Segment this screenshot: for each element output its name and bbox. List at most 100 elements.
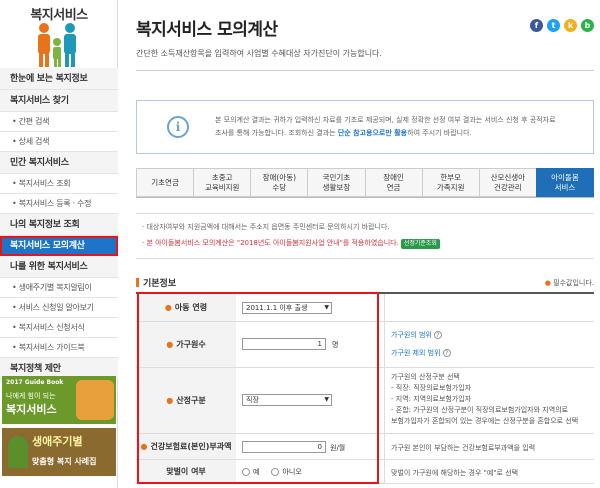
row-health-premium: ● 건강보험료(본인)부과액 0 원/월 가구원 본인이 부담하는 건강보험료부과… [136,434,594,460]
banner-subtitle: 나에게 힘이 되는 [6,392,56,400]
desc-cell: 가구원의 범위? 가구원 제외 범위? [384,322,594,367]
health-premium-input[interactable]: 0 [242,441,326,453]
note-2: · 본 아이돌봄서비스 모의계산은 "2018년도 아이돌봄지원사업 안내"를 … [142,238,440,249]
sidebar-menu: 한눈에 보는 복지정보 복지서비스 찾기 • 간편 검색 • 상세 검색 민간 복지서비… [0,68,118,380]
row-dual-income: 맞벌이 여부 예 아니오 맞벌이 가구원에 해당하는 경우 "예"로 선택 [136,460,594,484]
banner-subtitle: 맞춤형 복지 사례집 [32,457,97,466]
tab-6[interactable]: 산모신생아 건강관리 [478,168,536,197]
label-child-age: ● 아동 연령 [136,294,236,321]
tab-1[interactable]: 초중고 교육비지원 [193,168,251,197]
required-icon: ● [164,303,172,312]
main-content: 복지서비스 모의계산 ftkb 간단한 소득재산항목을 입력하여 사업별 수혜대… [136,0,594,488]
label-calc-type: ● 산정구분 [136,368,236,433]
divider [136,70,594,71]
sidebar-item[interactable]: • 생애주기별 복지알림이 [0,278,118,298]
kakaostory-icon[interactable]: k [564,19,577,32]
section-bar-icon [136,278,139,287]
dual-no-label[interactable]: 아니오 [282,467,301,477]
value-cell: 2011.1.1 이후 출생 ▼ [236,294,382,321]
help-icon[interactable]: ? [442,349,451,357]
label-text: 가구원수 [176,340,206,349]
required-dot-icon: ● [544,279,554,287]
label-text: 건강보험료(본인)부과액 [150,442,232,451]
calc-desc-1: 가구원의 산정구분 선택 [391,373,460,381]
sidebar-item[interactable]: 나의 복지정보 조회 [0,214,118,236]
link-text: 가구원 제외 범위 [391,349,441,357]
family-icon [38,23,76,67]
guidebook-image [76,380,114,420]
criteria-lookup-button[interactable]: 선정기준조회 [400,239,440,249]
notes-box: · 대상자여부와 지원금액에 대해서는 주소지 읍면동 주민센터로 문의하시기 … [136,213,594,259]
calc-desc-4: - 혼합: 가구원의 산정구분이 직장의료보험가입자와 지역의료 [391,406,569,414]
required-icon: ● [140,442,148,451]
household-exclusion-link[interactable]: 가구원 제외 범위? [391,348,451,358]
banner-title: 복지서비스 [6,403,57,416]
premium-desc: 가구원 본인이 부담하는 건강보험료부과액을 입력 [391,444,536,452]
twitter-icon[interactable]: t [547,19,560,32]
tab-7[interactable]: 아이돌봄 서비스 [535,168,594,197]
sprout-icon [8,436,28,468]
help-icon[interactable]: ? [433,331,442,339]
value-cell: 예 아니오 [236,460,382,483]
sidebar-item[interactable]: • 복지서비스 신청서식 [0,318,118,338]
note-2-text: · 본 아이돌봄서비스 모의계산은 "2018년도 아이돌봄지원사업 안내"를 … [142,239,399,247]
required-note-text: 필수값입니다. [553,279,594,287]
child-age-select[interactable]: 2011.1.1 이후 출생 ▼ [242,302,332,314]
sidebar-item[interactable]: • 간편 검색 [0,112,118,132]
desc-cell: 가구원 본인이 부담하는 건강보험료부과액을 입력 [384,434,594,459]
sidebar-item[interactable]: 나를 위한 복지서비스 [0,256,118,278]
sidebar-item[interactable]: • 복지서비스 등록 · 수정 [0,194,118,214]
calc-type-select[interactable]: 직장 ▼ [242,394,332,406]
dual-desc: 맞벌이 가구원에 해당하는 경우 "예"로 선택 [391,469,519,477]
social-share-bar: ftkb [530,19,594,32]
notice-box: i 본 모의계산 결과는 귀하가 입력하신 자료를 기초로 제공되며, 실제 정… [136,100,594,154]
tab-3[interactable]: 국민기초 생활보장 [307,168,365,197]
sidebar-item[interactable]: • 복지서비스 조회 [0,174,118,194]
sidebar-item[interactable]: 한눈에 보는 복지정보 [0,68,118,90]
sidebar-item[interactable]: • 서비스 신청일 알아보기 [0,298,118,318]
label-text: 맞벌이 여부 [166,467,206,476]
sidebar-item[interactable]: 복지서비스 모의계산 [0,236,118,256]
notice-text-end: 하여 주시기 바랍니다. [407,129,472,137]
guidebook-banner[interactable]: 2017 Guide Book 나에게 힘이 되는 복지서비스 [2,376,116,424]
notice-text: 조사를 통해 가능합니다. 조회하신 결과는 [215,129,338,137]
sidebar-item[interactable]: 복지서비스 찾기 [0,90,118,112]
dual-yes-label[interactable]: 예 [253,467,259,477]
required-icon: ● [166,396,174,405]
sidebar-item[interactable]: 민간 복지서비스 [0,152,118,174]
child-age-value: 2011.1.1 이후 출생 [246,304,308,312]
page-subtitle: 간단한 소득재산항목을 입력하여 사업별 수혜대상 자가진단이 가능합니다. [136,49,382,58]
label-text: 산정구분 [176,396,206,405]
facebook-icon[interactable]: f [530,19,543,32]
tab-5[interactable]: 한부모 가족지원 [421,168,479,197]
label-dual-income: 맞벌이 여부 [136,460,236,483]
casebook-banner[interactable]: 생애주기별 맞춤형 복지 사례집 [2,428,116,476]
dual-yes-radio[interactable] [242,468,250,476]
calc-desc-2: - 직장: 직장의료보험가입자 [391,384,472,392]
unit-label: 명 [332,341,339,349]
unit-label: 원/월 [330,444,346,452]
sidebar: 복지서비스 한눈에 보는 복지정보 복지서비스 찾기 • 간편 검색 • 상세 검색 민… [0,0,118,488]
required-note: ● 필수값입니다. [545,278,594,288]
household-range-link[interactable]: 가구원의 범위? [391,330,442,340]
calc-type-value: 직장 [246,396,259,404]
value-cell: 1 명 [236,322,382,367]
banner-year: 2017 Guide Book [6,379,64,386]
band-icon[interactable]: b [581,19,594,32]
desc-cell: 맞벌이 가구원에 해당하는 경우 "예"로 선택 [384,460,594,483]
service-tabs: 기초연금 초중고 교육비지원 장애(아동) 수당 국민기초 생활보장 장애인 연금 한부모… [136,168,594,198]
chevron-down-icon: ▼ [324,396,329,403]
tab-4[interactable]: 장애인 연금 [364,168,422,197]
label-household-members: ● 가구원수 [136,322,236,367]
link-text: 가구원의 범위 [391,331,432,339]
household-members-input[interactable]: 1 [242,338,326,350]
tab-0[interactable]: 기초연금 [136,168,194,197]
sidebar-item[interactable]: • 상세 검색 [0,132,118,152]
notice-line-1: 본 모의계산 결과는 귀하가 입력하신 자료를 기초로 제공되며, 실제 정확한… [215,116,556,124]
row-calc-type: ● 산정구분 직장 ▼ 가구원의 산정구분 선택 - 직장: 직장의료보험가입자 -… [136,368,594,434]
dual-no-radio[interactable] [271,468,280,476]
tab-2[interactable]: 장애(아동) 수당 [250,168,308,197]
sidebar-item[interactable]: • 복지서비스 가이드북 [0,338,118,358]
note-1: · 대상자여부와 지원금액에 대해서는 주소지 읍면동 주민센터로 문의하시기 … [142,223,390,231]
info-icon: i [167,116,189,138]
